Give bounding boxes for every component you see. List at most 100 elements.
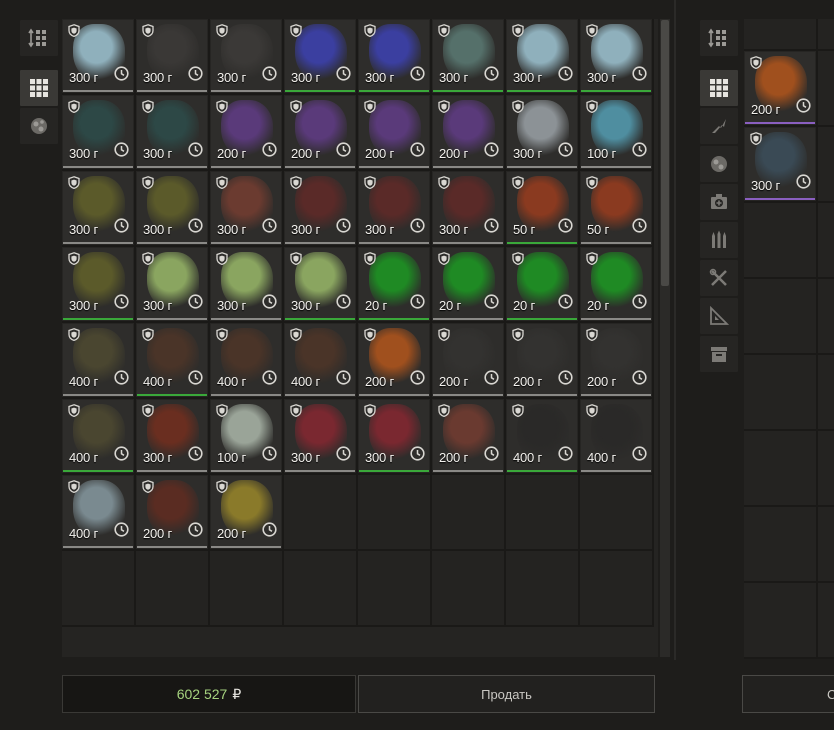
inventory-slot[interactable]	[744, 507, 818, 583]
inventory-slot[interactable]: 300 г	[432, 19, 506, 95]
sort-button[interactable]	[20, 20, 58, 56]
right-filter-all-button[interactable]	[700, 70, 738, 106]
inventory-slot[interactable]	[432, 551, 506, 627]
filter-misc-button[interactable]	[700, 336, 738, 372]
inventory-item[interactable]: 400 г	[507, 400, 577, 472]
inventory-slot[interactable]	[744, 355, 818, 431]
inventory-item[interactable]: 200 г	[137, 476, 207, 548]
inventory-slot[interactable]: 200 г	[432, 323, 506, 399]
inventory-item[interactable]: 300 г	[137, 248, 207, 320]
inventory-slot[interactable]: 300 г	[432, 171, 506, 247]
inventory-slot[interactable]	[284, 475, 358, 551]
inventory-slot[interactable]	[818, 203, 834, 279]
inventory-item[interactable]: 300 г	[63, 96, 133, 168]
inventory-slot[interactable]	[210, 551, 284, 627]
inventory-slot[interactable]: 200 г	[210, 95, 284, 171]
inventory-slot[interactable]: 300 г	[136, 95, 210, 171]
inventory-item[interactable]: 200 г	[285, 96, 355, 168]
inventory-item[interactable]: 200 г	[581, 324, 651, 396]
inventory-slot[interactable]: 20 г	[506, 247, 580, 323]
inventory-item[interactable]: 300 г	[507, 20, 577, 92]
inventory-item[interactable]: 200 г	[211, 476, 281, 548]
inventory-slot[interactable]: 300 г	[136, 399, 210, 475]
inventory-slot[interactable]: 200 г	[432, 95, 506, 171]
inventory-slot[interactable]: 200 г	[358, 95, 432, 171]
inventory-item[interactable]: 300 г	[137, 96, 207, 168]
inventory-item[interactable]: 300 г	[137, 400, 207, 472]
inventory-slot[interactable]	[818, 51, 834, 127]
inventory-slot[interactable]: 50 г	[506, 171, 580, 247]
inventory-slot[interactable]	[580, 475, 654, 551]
inventory-item[interactable]: 300 г	[433, 172, 503, 244]
inventory-item[interactable]: 100 г	[581, 96, 651, 168]
inventory-item[interactable]: 200 г	[433, 324, 503, 396]
filter-ammo-button[interactable]	[700, 222, 738, 258]
inventory-slot[interactable]: 300 г	[284, 19, 358, 95]
inventory-item[interactable]: 200 г	[433, 400, 503, 472]
inventory-slot[interactable]	[358, 475, 432, 551]
inventory-slot[interactable]: 20 г	[358, 247, 432, 323]
right-action-button[interactable]: С	[742, 675, 834, 713]
inventory-slot[interactable]	[818, 583, 834, 659]
inventory-item[interactable]: 300 г	[359, 20, 429, 92]
inventory-slot[interactable]	[818, 355, 834, 431]
inventory-item[interactable]: 300 г	[137, 172, 207, 244]
inventory-slot[interactable]: 300 г	[210, 19, 284, 95]
inventory-slot[interactable]: 50 г	[580, 171, 654, 247]
inventory-slot[interactable]	[580, 551, 654, 627]
inventory-item[interactable]: 20 г	[581, 248, 651, 320]
inventory-item[interactable]: 300 г	[211, 20, 281, 92]
inventory-item[interactable]: 100 г	[211, 400, 281, 472]
inventory-slot[interactable]: 20 г	[580, 247, 654, 323]
inventory-slot[interactable]: 300 г	[284, 247, 358, 323]
inventory-slot[interactable]: 400 г	[136, 323, 210, 399]
inventory-item[interactable]: 400 г	[137, 324, 207, 396]
inventory-item[interactable]: 200 г	[507, 324, 577, 396]
inventory-slot[interactable]: 200 г	[506, 323, 580, 399]
filter-artifacts-button-right[interactable]	[700, 146, 738, 182]
inventory-slot[interactable]	[506, 551, 580, 627]
inventory-slot[interactable]	[744, 279, 818, 355]
inventory-slot[interactable]	[818, 279, 834, 355]
inventory-slot[interactable]: 200 г	[432, 399, 506, 475]
inventory-item[interactable]: 200 г	[359, 324, 429, 396]
filter-artifacts-button[interactable]	[20, 108, 58, 144]
inventory-item[interactable]: 20 г	[507, 248, 577, 320]
inventory-item[interactable]: 400 г	[285, 324, 355, 396]
inventory-slot[interactable]: 400 г	[284, 323, 358, 399]
inventory-slot[interactable]: 300 г	[62, 171, 136, 247]
inventory-item[interactable]: 300 г	[433, 20, 503, 92]
inventory-slot[interactable]: 300 г	[284, 171, 358, 247]
inventory-slot[interactable]	[284, 551, 358, 627]
filter-weapons-button[interactable]	[700, 108, 738, 144]
inventory-item[interactable]: 300 г	[63, 248, 133, 320]
inventory-slot[interactable]: 300 г	[580, 19, 654, 95]
inventory-item[interactable]: 300 г	[285, 172, 355, 244]
inventory-item[interactable]: 300 г	[211, 172, 281, 244]
filter-all-button[interactable]	[20, 70, 58, 106]
inventory-slot[interactable]: 300 г	[358, 399, 432, 475]
inventory-slot[interactable]: 200 г	[136, 475, 210, 551]
inventory-item[interactable]: 200 г	[433, 96, 503, 168]
inventory-slot[interactable]	[744, 203, 818, 279]
inventory-item[interactable]: 300 г	[211, 248, 281, 320]
inventory-slot[interactable]: 400 г	[62, 475, 136, 551]
inventory-slot[interactable]: 300 г	[210, 171, 284, 247]
inventory-item[interactable]: 300 г	[63, 20, 133, 92]
inventory-item[interactable]: 300 г	[359, 172, 429, 244]
inventory-slot[interactable]: 300 г	[136, 247, 210, 323]
left-scrollbar[interactable]	[660, 19, 670, 657]
inventory-item[interactable]: 400 г	[63, 400, 133, 472]
inventory-slot[interactable]	[136, 551, 210, 627]
inventory-slot[interactable]: 300 г	[62, 247, 136, 323]
inventory-item[interactable]: 400 г	[581, 400, 651, 472]
inventory-slot[interactable]: 300 г	[506, 19, 580, 95]
inventory-slot[interactable]	[62, 551, 136, 627]
inventory-item[interactable]: 50 г	[581, 172, 651, 244]
inventory-item[interactable]: 200 г	[745, 52, 815, 124]
inventory-item[interactable]: 300 г	[745, 128, 815, 200]
inventory-slot[interactable]	[506, 475, 580, 551]
inventory-slot[interactable]	[358, 551, 432, 627]
left-scrollbar-thumb[interactable]	[661, 20, 669, 286]
inventory-slot[interactable]: 100 г	[580, 95, 654, 171]
